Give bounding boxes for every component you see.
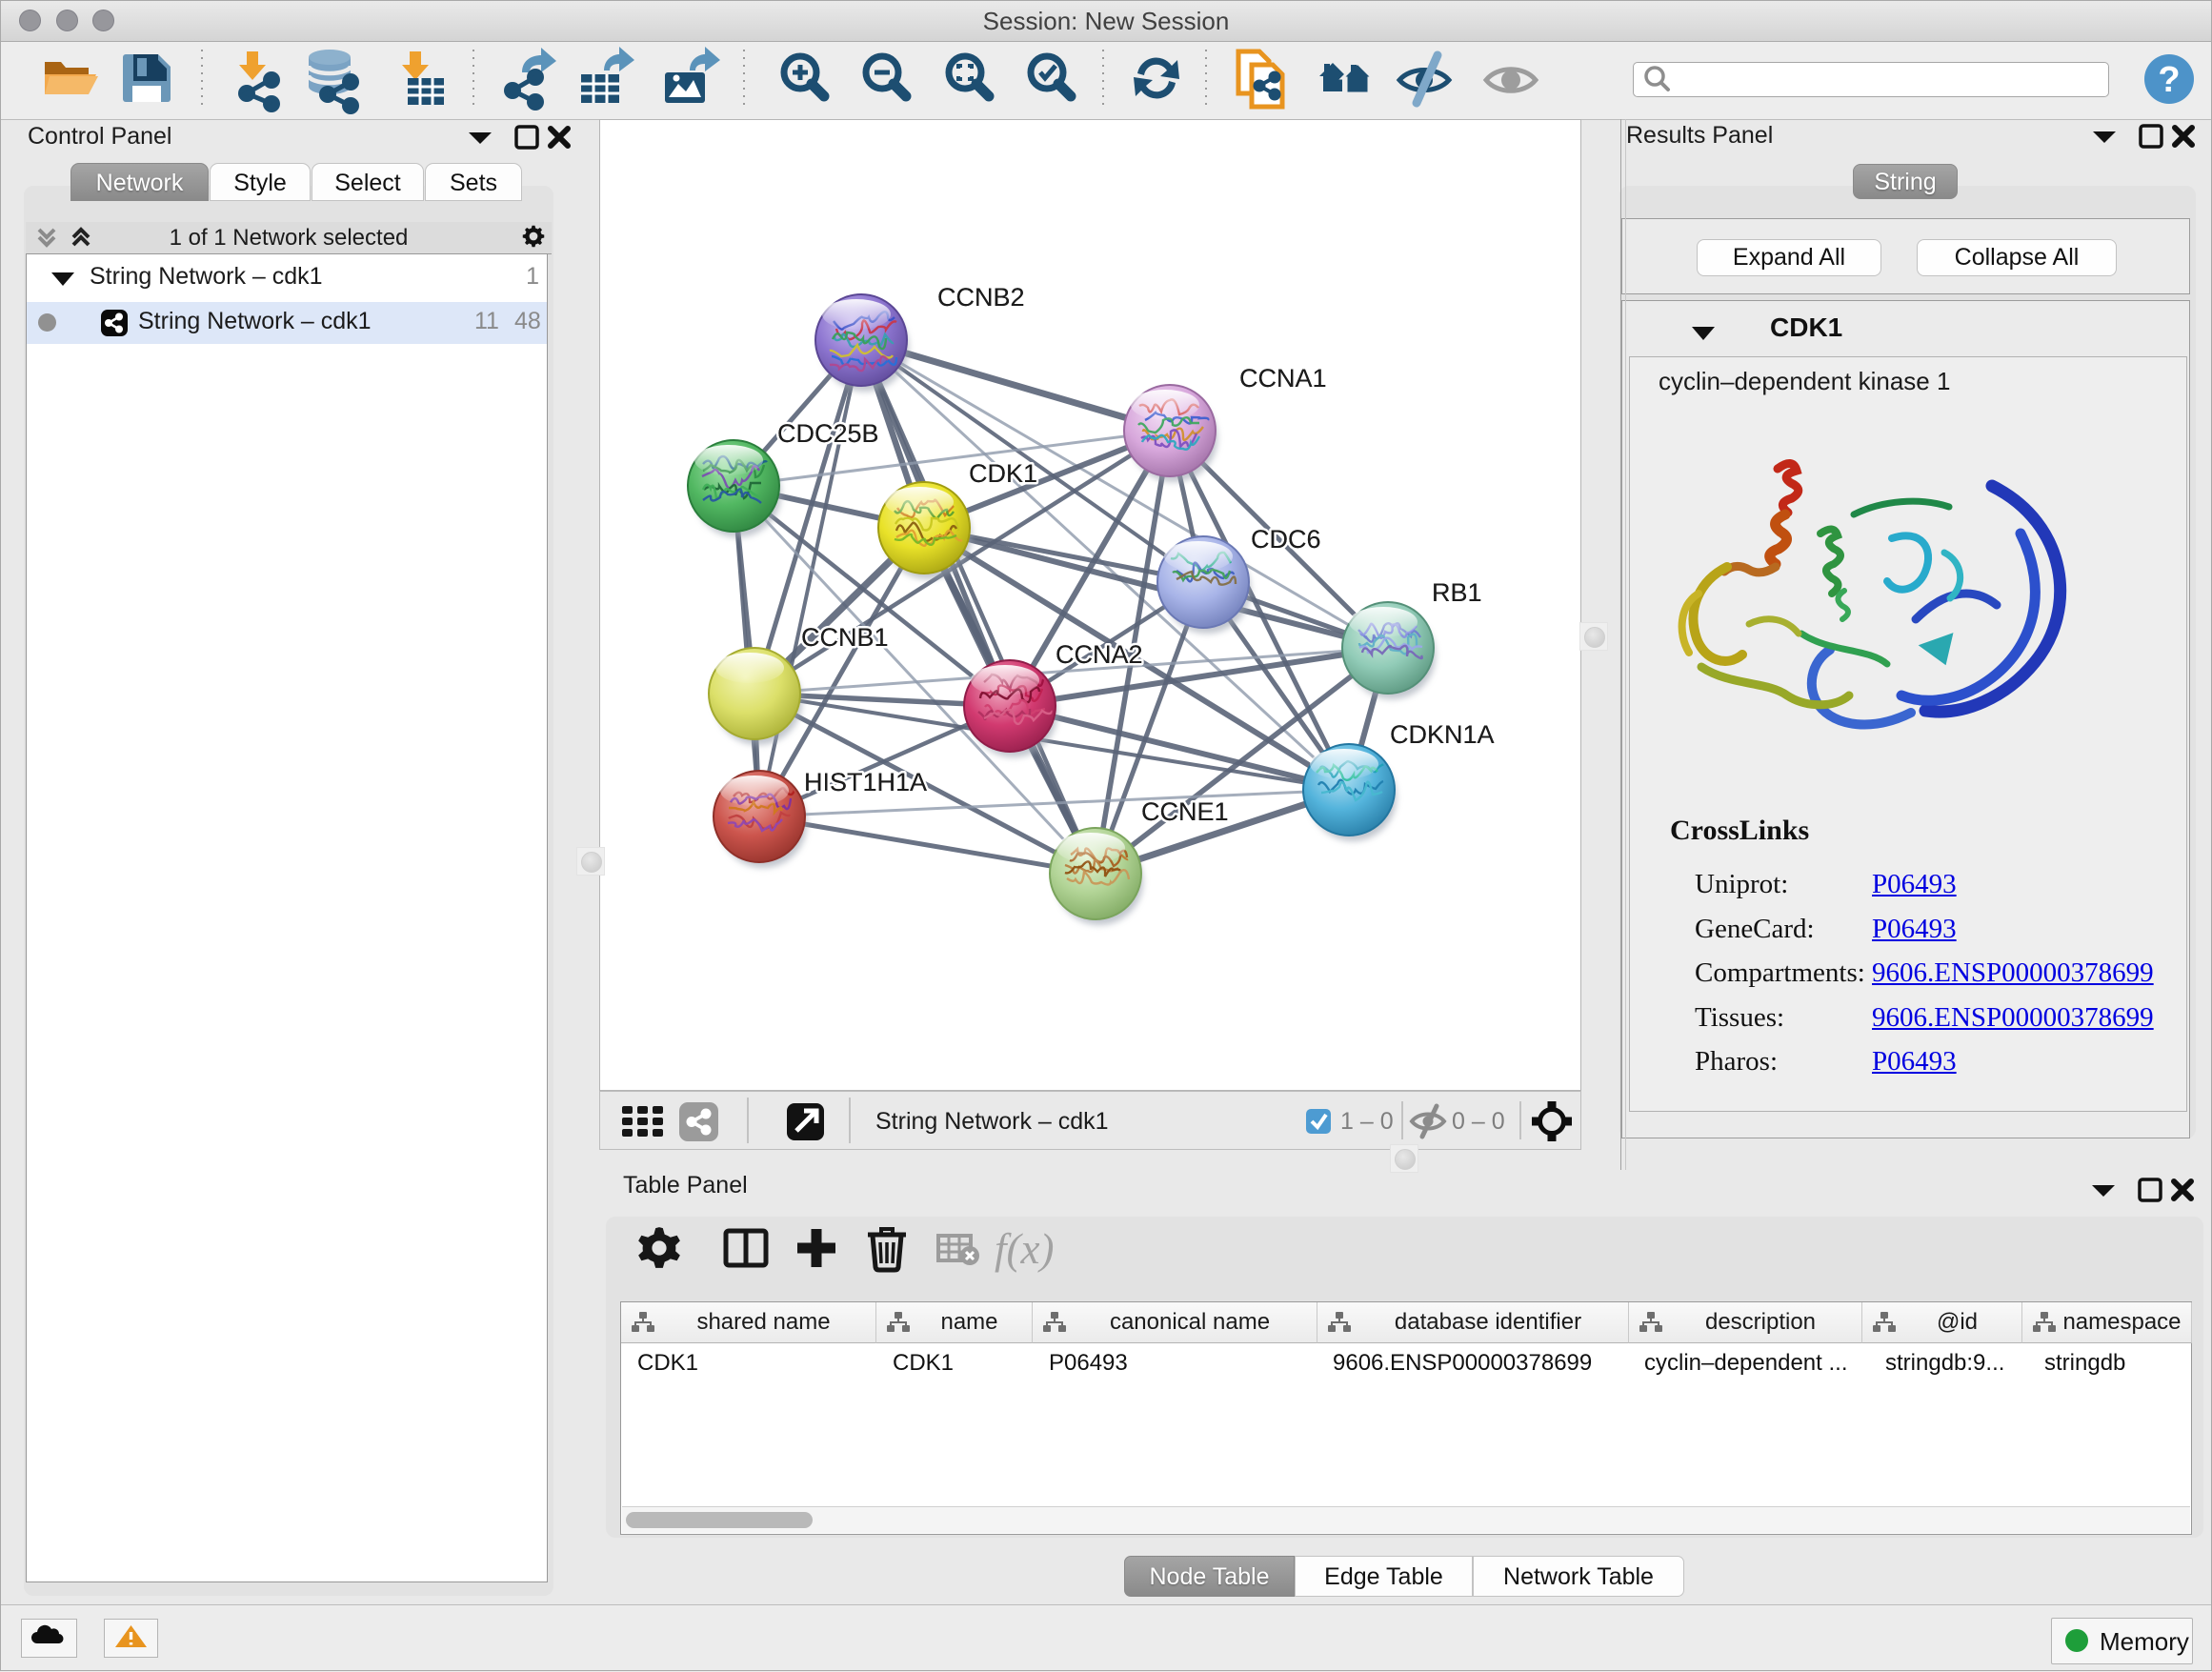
svg-text:RB1: RB1 — [1432, 578, 1482, 607]
svg-text:CDKN1A: CDKN1A — [1390, 720, 1495, 749]
svg-text:1 – 0: 1 – 0 — [1340, 1108, 1394, 1135]
svg-text:?: ? — [2158, 60, 2180, 100]
svg-text:HIST1H1A: HIST1H1A — [804, 768, 927, 796]
svg-text:CCNA1: CCNA1 — [1239, 364, 1327, 393]
svg-text:CDK1: CDK1 — [969, 459, 1037, 488]
svg-text:CDC6: CDC6 — [1251, 525, 1321, 554]
svg-text:CCNE1: CCNE1 — [1141, 797, 1229, 826]
svg-text:CDC25B: CDC25B — [777, 419, 879, 448]
svg-text:CCNB1: CCNB1 — [801, 623, 889, 652]
svg-text:CCNB2: CCNB2 — [937, 283, 1025, 312]
svg-text:0 – 0: 0 – 0 — [1452, 1108, 1505, 1135]
svg-text:CCNA2: CCNA2 — [1056, 640, 1143, 669]
svg-text:String Network – cdk1: String Network – cdk1 — [875, 1108, 1109, 1135]
svg-text:f(x): f(x) — [995, 1225, 1054, 1273]
